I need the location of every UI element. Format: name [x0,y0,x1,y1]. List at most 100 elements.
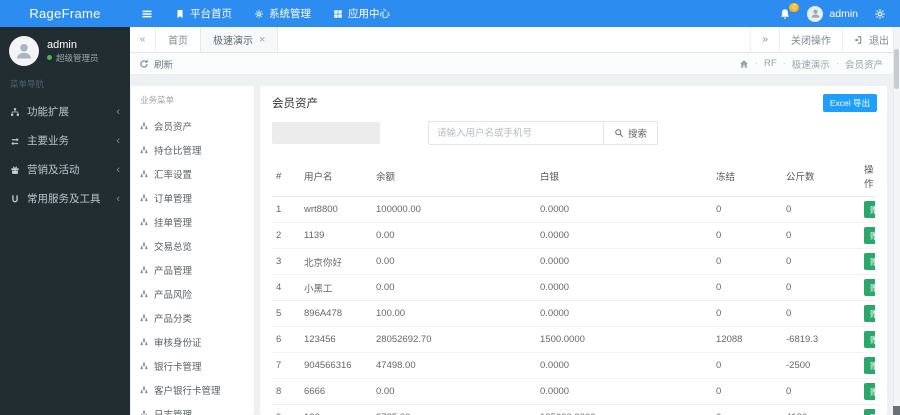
cell-balance: 100000.00 [372,196,536,223]
row-index: 8 [272,378,300,405]
submenu-item[interactable]: 订单管理 [131,186,254,210]
table-body: 1 wrt8800 100000.00 0.0000 0 0 赠金 2 1139 [272,196,875,415]
top-navbar: RageFrame 平台首页 系统管理 应用中心 0 admin [0,0,900,27]
cell-username: wrt8800 [300,196,372,223]
scrollbar-thumb[interactable] [894,49,899,89]
grant-bonus-button[interactable]: 赠金 [864,383,875,400]
cell-kg: 0 [782,222,860,249]
avatar [807,5,824,22]
submenu-item-label: 审核身份证 [154,338,202,349]
submenu-item[interactable]: 银行卡管理 [131,354,254,378]
grant-bonus-button[interactable]: 赠金 [864,253,875,270]
navbar-menu-item[interactable]: 应用中心 [322,0,401,27]
sidebar-menu-item[interactable]: 功能扩展 ‹ [0,97,130,126]
breadcrumb: · RF · 极速演示 · 会员资产 [739,57,891,71]
brand-logo[interactable]: RageFrame [0,6,130,21]
cell-frozen: 0 [712,352,782,379]
submenu-item[interactable]: 交易总览 [131,234,254,258]
grant-bonus-button[interactable]: 赠金 [864,409,875,415]
submenu-item[interactable]: 持仓比管理 [131,138,254,162]
submenu-item[interactable]: 产品风险 [131,282,254,306]
user-menu-button[interactable]: admin [807,5,858,22]
table-row: 8 6666 0.00 0.0000 0 0 赠金 [272,378,875,405]
table-header-cell: 用户名 [300,156,372,197]
submenu-item[interactable]: 汇率设置 [131,162,254,186]
grant-bonus-button[interactable]: 赠金 [864,305,875,322]
cell-silver: 0.0000 [536,274,712,301]
navbar-item-icon [333,9,343,19]
breadcrumb-item[interactable]: · 极速演示 [783,57,830,71]
sidebar-menu-item[interactable]: 常用服务及工具 ‹ [0,184,130,213]
cell-frozen: 0 [712,378,782,405]
submenu-item-icon [140,314,148,322]
tab-close-icon[interactable]: × [259,34,265,46]
submenu-item[interactable]: 客户银行卡管理 [131,378,254,402]
cell-balance: 0.00 [372,222,536,249]
table-header-cell: 操作 [860,156,875,197]
navbar-menu: 平台首页 系统管理 应用中心 [164,0,401,27]
search-input[interactable] [428,121,604,145]
home-icon [739,59,749,69]
cell-silver: 105000.0000 [536,404,712,415]
tab-label: 首页 [168,36,188,47]
tab[interactable]: 首页 × [156,27,200,52]
cell-balance: 9785.00 [372,404,536,415]
submenu-item[interactable]: 日志管理 [131,402,254,415]
cell-kg: 0 [782,274,860,301]
submenu-item[interactable]: 产品管理 [131,258,254,282]
submenu-item[interactable]: 会员资产 [131,114,254,138]
tab[interactable]: 极速演示 × [200,27,279,52]
cell-frozen: 0 [712,248,782,275]
refresh-icon [139,59,149,69]
breadcrumb-separator: · [782,58,786,69]
cell-kg: 0 [782,196,860,223]
close-operations-button[interactable]: 关闭操作 [779,27,842,52]
table-header-cell: 余额 [372,156,536,197]
search-button[interactable]: 搜索 [604,121,659,145]
sidebar-item-icon [10,107,20,117]
cell-silver: 1500.0000 [536,326,712,353]
sidebar-item-label: 主要业务 [27,135,69,147]
breadcrumb-item[interactable]: · RF [755,57,777,71]
grant-bonus-button[interactable]: 赠金 [864,357,875,374]
submenu-item-icon [140,194,148,202]
row-index: 3 [272,248,300,275]
cell-silver: 0.0000 [536,222,712,249]
breadcrumb-label: 会员资产 [844,59,883,71]
submenu-item[interactable]: 审核身份证 [131,330,254,354]
submenu-item[interactable]: 挂单管理 [131,210,254,234]
row-index: 7 [272,352,300,379]
notifications-button[interactable]: 0 [779,2,800,20]
logout-button[interactable]: 退出 [842,27,900,52]
online-status-dot [47,55,52,60]
tabs-scroll-right-button[interactable]: » [750,27,779,52]
sidebar-username: admin [47,38,77,51]
grant-bonus-button[interactable]: 赠金 [864,227,875,244]
refresh-button[interactable]: 刷新 [139,57,173,71]
grant-bonus-button[interactable]: 赠金 [864,331,875,348]
breadcrumb-item[interactable]: · 会员资产 [836,57,883,71]
chevron-left-icon: ‹ [116,192,120,205]
sidebar-menu-item[interactable]: 主要业务 ‹ [0,126,130,155]
grant-bonus-button[interactable]: 赠金 [864,279,875,296]
username-label: admin [829,7,858,20]
submenu-item[interactable]: 产品分类 [131,306,254,330]
navbar-menu-item[interactable]: 系统管理 [243,0,322,27]
row-index: 5 [272,300,300,327]
submenu-item-label: 挂单管理 [154,218,193,229]
navbar-menu-item[interactable]: 平台首页 [164,0,243,27]
table-header-cell: 冻结 [712,156,782,197]
settings-gear-icon[interactable] [874,8,886,20]
avatar [9,36,39,66]
filter-box[interactable] [272,122,380,144]
excel-export-button[interactable]: Excel 导出 [822,94,877,112]
sidebar-menu-item[interactable]: 营销及活动 ‹ [0,155,130,184]
tabs-scroll-left-button[interactable]: « [130,27,156,52]
chevron-left-icon: ‹ [116,163,120,176]
submenu-item-icon [140,290,148,298]
sidebar-toggle-button[interactable] [130,0,164,27]
cell-balance: 0.00 [372,378,536,405]
vertical-scrollbar[interactable] [893,27,900,415]
grant-bonus-button[interactable]: 赠金 [864,201,875,218]
navbar-item-label: 平台首页 [190,8,232,20]
